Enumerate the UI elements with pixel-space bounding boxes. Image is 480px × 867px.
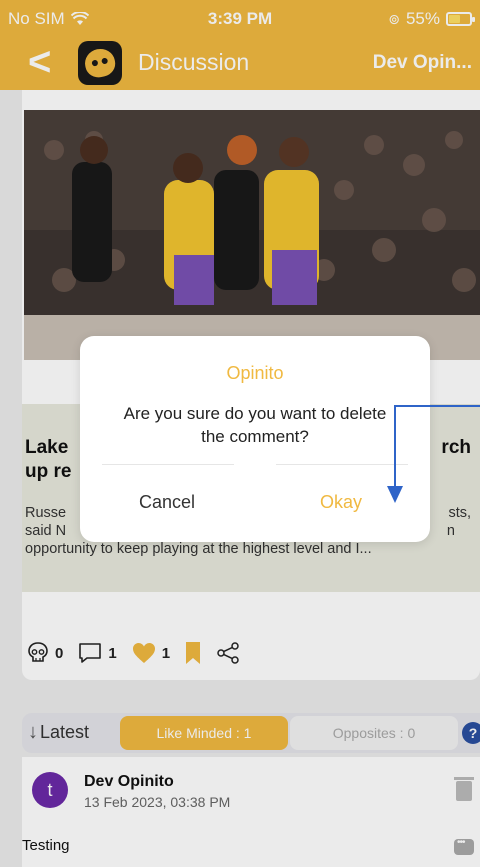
annotation-arrow-icon [387,405,480,503]
